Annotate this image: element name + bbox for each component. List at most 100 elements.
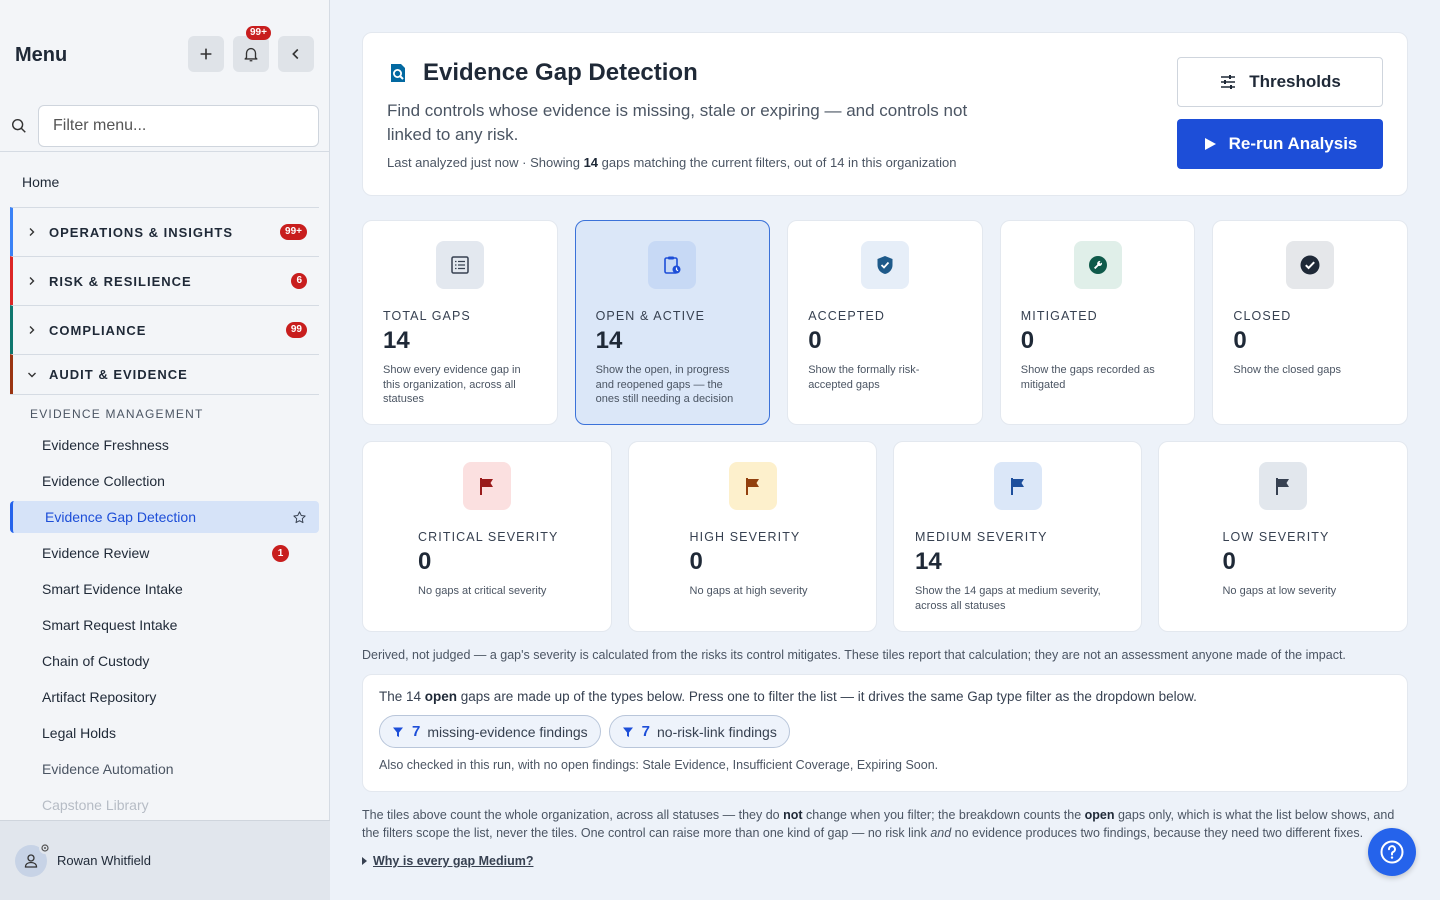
footnote-bold: open	[1084, 808, 1115, 822]
tile-label: CRITICAL SEVERITY	[418, 530, 559, 544]
user-icon	[24, 853, 38, 868]
why-medium-link[interactable]: Why is every gap Medium?	[373, 854, 533, 868]
tile-description: Show the open, in progress and reopened …	[595, 364, 734, 405]
sidebar-group-risk[interactable]: RISK & RESILIENCE 6	[10, 256, 319, 305]
tile-description: No gaps at low severity	[1222, 585, 1337, 597]
chevron-right-icon	[29, 326, 35, 334]
filter-menu-input[interactable]	[38, 104, 319, 147]
missing-evidence-chip[interactable]: 7 missing-evidence findings	[379, 715, 601, 748]
add-button[interactable]	[188, 36, 224, 72]
group-count-badge: 99	[285, 322, 307, 338]
help-icon	[1380, 840, 1404, 864]
sidebar-item-evidence-gap-detection[interactable]: Evidence Gap Detection	[10, 501, 319, 533]
low-severity-tile[interactable]: LOW SEVERITY 0 No gaps at low severity	[1158, 441, 1408, 632]
meta-count: 14	[583, 155, 599, 170]
sidebar-group-operations[interactable]: OPERATIONS & INSIGHTS 99+	[10, 207, 319, 256]
group-label: OPERATIONS & INSIGHTS	[49, 224, 233, 240]
tile-label: CLOSED	[1233, 309, 1292, 323]
tile-label: LOW SEVERITY	[1222, 530, 1330, 544]
tile-description: No gaps at critical severity	[418, 585, 547, 597]
sidebar-item-legal-holds[interactable]: Legal Holds	[0, 715, 319, 751]
sidebar-item-evidence-review[interactable]: Evidence Review 1	[0, 535, 319, 571]
item-label: Artifact Repository	[42, 689, 157, 705]
sidebar-item-chain-of-custody[interactable]: Chain of Custody	[0, 643, 319, 679]
tile-description: No gaps at high severity	[689, 585, 808, 597]
tile-description: Show the gaps recorded as mitigated	[1020, 364, 1155, 391]
severity-tiles: CRITICAL SEVERITY 0 No gaps at critical …	[362, 441, 1408, 632]
chevron-down-icon	[28, 372, 36, 377]
tile-description: Show every evidence gap in this organiza…	[383, 364, 521, 405]
tile-icon-box	[1073, 241, 1122, 289]
document-search-icon	[391, 64, 405, 82]
tile-value: 0	[808, 327, 822, 354]
medium-severity-tile[interactable]: MEDIUM SEVERITY 14 Show the 14 gaps at m…	[893, 441, 1143, 632]
notifications-button[interactable]: 99+	[233, 26, 271, 72]
clipboard-clock-icon	[664, 256, 681, 274]
help-button[interactable]	[1368, 828, 1416, 876]
thresholds-label: Thresholds	[1249, 72, 1341, 91]
item-label: Evidence Gap Detection	[45, 509, 196, 525]
tile-icon-box	[1259, 462, 1308, 510]
group-label: RISK & RESILIENCE	[49, 273, 192, 289]
breakdown-intro: The 14 open gaps are made up of the type…	[379, 689, 1391, 704]
tile-label: OPEN & ACTIVE	[595, 309, 706, 323]
breakdown-post: gaps are made up of the types below. Pre…	[457, 689, 1197, 704]
gap-type-breakdown: The 14 open gaps are made up of the type…	[362, 674, 1408, 792]
sidebar-item-smart-evidence-intake[interactable]: Smart Evidence Intake	[0, 571, 319, 607]
critical-severity-tile[interactable]: CRITICAL SEVERITY 0 No gaps at critical …	[362, 441, 612, 632]
item-label: Evidence Review	[42, 545, 150, 561]
sidebar: Menu 99+ Home OPERATIONS & INSIGHTS 99+ …	[0, 0, 330, 900]
footnote-part: The tiles above count the whole organiza…	[362, 808, 784, 822]
sidebar-section-heading: EVIDENCE MANAGEMENT	[10, 394, 319, 427]
total-gaps-tile[interactable]: TOTAL GAPS 14 Show every evidence gap in…	[362, 220, 558, 425]
item-label: Evidence Freshness	[42, 437, 169, 453]
sidebar-item-artifact-repository[interactable]: Artifact Repository	[0, 679, 319, 715]
sidebar-item-evidence-automation[interactable]: Evidence Automation	[0, 751, 319, 787]
notification-count-badge: 99+	[246, 26, 271, 40]
item-label: Chain of Custody	[42, 653, 150, 669]
tile-icon-box	[435, 241, 484, 289]
tile-icon-box	[860, 241, 909, 289]
avatar[interactable]	[15, 841, 51, 877]
list-icon	[451, 256, 469, 274]
tile-label: HIGH SEVERITY	[689, 530, 801, 544]
no-risk-link-chip[interactable]: 7 no-risk-link findings	[608, 715, 790, 748]
sidebar-group-compliance[interactable]: COMPLIANCE 99	[10, 305, 319, 354]
user-footer[interactable]: Rowan Whitfield	[0, 820, 330, 900]
accepted-tile[interactable]: ACCEPTED 0 Show the formally risk-accept…	[787, 220, 983, 425]
bell-icon	[244, 47, 258, 62]
collapse-sidebar-button[interactable]	[278, 36, 314, 72]
tile-description: Show the 14 gaps at medium severity, acr…	[915, 585, 1101, 612]
tile-value: 14	[383, 327, 410, 354]
breakdown-pre: The 14	[379, 689, 425, 704]
sidebar-group-audit[interactable]: AUDIT & EVIDENCE	[10, 354, 319, 394]
rerun-analysis-button[interactable]: Re-run Analysis	[1177, 119, 1383, 169]
tile-value: 0	[418, 548, 432, 575]
page-title: Evidence Gap Detection	[423, 59, 698, 86]
footnote-part: no evidence produces two findings, becau…	[951, 826, 1364, 840]
sidebar-item-home[interactable]: Home	[0, 152, 329, 207]
thresholds-button[interactable]: Thresholds	[1177, 57, 1383, 107]
chip-count: 7	[412, 723, 421, 740]
group-count-badge: 6	[291, 273, 307, 289]
tile-description: Show the formally risk-accepted gaps	[808, 364, 920, 391]
tile-value: 14	[595, 327, 623, 354]
closed-tile[interactable]: CLOSED 0 Show the closed gaps	[1212, 220, 1408, 425]
sidebar-item-capstone-library[interactable]: Capstone Library	[0, 787, 319, 823]
flag-icon	[745, 478, 759, 495]
item-label: Capstone Library	[42, 797, 149, 813]
sidebar-item-smart-request-intake[interactable]: Smart Request Intake	[0, 607, 319, 643]
flag-icon	[1011, 478, 1025, 495]
sidebar-title: Menu	[15, 44, 68, 66]
rerun-label: Re-run Analysis	[1228, 134, 1358, 153]
main-content: Evidence Gap Detection Find controls who…	[362, 32, 1408, 868]
open-active-tile[interactable]: OPEN & ACTIVE 14 Show the open, in progr…	[574, 220, 771, 425]
sidebar-item-evidence-collection[interactable]: Evidence Collection	[0, 463, 319, 499]
high-severity-tile[interactable]: HIGH SEVERITY 0 No gaps at high severity	[627, 441, 878, 632]
tile-icon-box	[728, 462, 777, 510]
item-label: Smart Evidence Intake	[42, 581, 183, 597]
sidebar-item-evidence-freshness[interactable]: Evidence Freshness	[0, 427, 319, 463]
why-medium-disclosure[interactable]: Why is every gap Medium?	[362, 854, 1408, 868]
star-icon[interactable]	[292, 510, 307, 525]
mitigated-tile[interactable]: MITIGATED 0 Show the gaps recorded as mi…	[999, 220, 1196, 425]
